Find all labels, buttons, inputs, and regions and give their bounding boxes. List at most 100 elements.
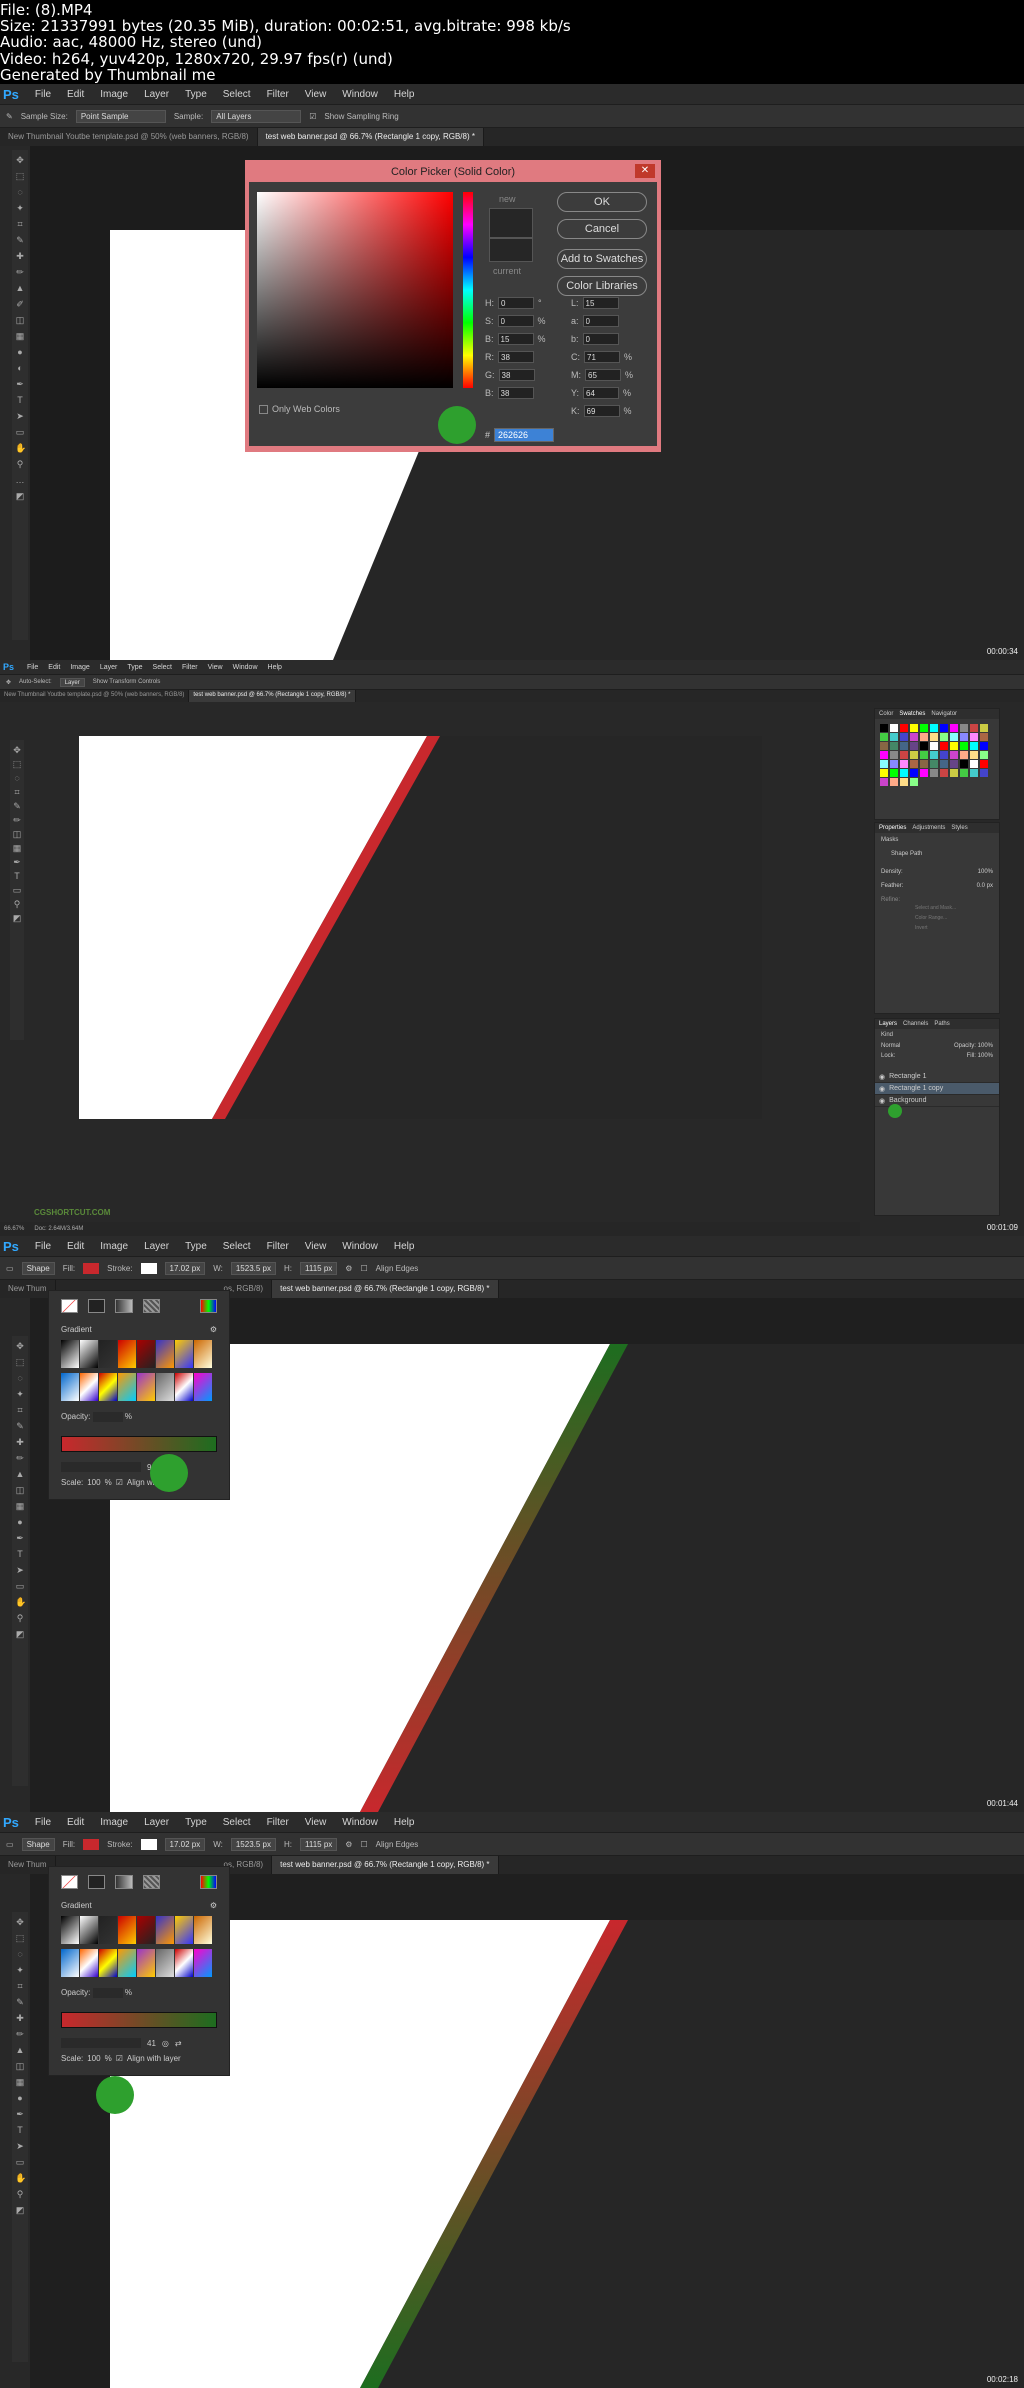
blur-tool-icon[interactable]: ● [15, 346, 25, 359]
field-input[interactable] [497, 387, 534, 399]
layer-select[interactable]: Layer [59, 677, 85, 687]
swatch[interactable] [890, 733, 898, 741]
solid-fill-icon[interactable] [88, 1875, 106, 1889]
gradient-preset[interactable] [194, 1340, 212, 1368]
gear-icon[interactable]: ⚙ [345, 1840, 352, 1849]
marquee-tool-icon[interactable]: ⬚ [15, 1356, 25, 1369]
gradient-preset[interactable] [80, 1949, 98, 1977]
field-input[interactable] [497, 315, 534, 327]
heal-tool-icon[interactable]: ✚ [15, 1436, 25, 1449]
kind-filter[interactable]: Kind [875, 1029, 999, 1041]
swatch[interactable] [940, 751, 948, 759]
wand-tool-icon[interactable]: ✦ [15, 1388, 25, 1401]
menu-type[interactable]: Type [185, 1241, 207, 1252]
menu-window[interactable]: Window [342, 1241, 378, 1252]
gradient-preset[interactable] [156, 1916, 174, 1944]
swatch[interactable] [910, 742, 918, 750]
menu-layer[interactable]: Layer [100, 664, 118, 671]
menu-edit[interactable]: Edit [67, 1241, 84, 1252]
tab-channels[interactable]: Channels [903, 1021, 928, 1027]
menu-edit[interactable]: Edit [48, 664, 60, 671]
sample-select[interactable]: All Layers [211, 109, 302, 123]
gradient-preset[interactable] [99, 1373, 117, 1401]
swatch[interactable] [900, 724, 908, 732]
gradient-preset[interactable] [137, 1373, 155, 1401]
path-select-icon[interactable]: ➤ [15, 1564, 25, 1577]
color-swatches-icon[interactable]: ◩ [15, 1628, 25, 1641]
swatch[interactable] [970, 724, 978, 732]
shape-tool-icon[interactable]: ▭ [15, 426, 25, 439]
swatch[interactable] [890, 751, 898, 759]
crop-tool-icon[interactable]: ⌗ [12, 786, 22, 799]
swatch[interactable] [890, 769, 898, 777]
menu-filter[interactable]: Filter [267, 1241, 289, 1252]
move-tool-icon[interactable]: ✥ [15, 1916, 25, 1929]
swatch[interactable] [970, 760, 978, 768]
swatch[interactable] [940, 769, 948, 777]
gradient-preset[interactable] [61, 1949, 79, 1977]
swatch[interactable] [950, 742, 958, 750]
gradient-preset[interactable] [99, 1949, 117, 1977]
menu-file[interactable]: File [35, 1241, 51, 1252]
field-input[interactable] [582, 315, 619, 327]
tab-test-web-banner[interactable]: test web banner.psd @ 66.7% (Rectangle 1… [257, 128, 484, 146]
menu-edit[interactable]: Edit [67, 89, 84, 100]
gradient-preset[interactable] [156, 1340, 174, 1368]
swatch[interactable] [970, 742, 978, 750]
menu-image[interactable]: Image [100, 89, 128, 100]
ok-button[interactable]: OK [557, 192, 647, 212]
lasso-tool-icon[interactable]: ◌ [15, 186, 25, 199]
menu-layer[interactable]: Layer [144, 1241, 169, 1252]
swatch[interactable] [900, 778, 908, 786]
gradient-preset[interactable] [99, 1340, 117, 1368]
solid-fill-icon[interactable] [88, 1299, 106, 1313]
swatch[interactable] [950, 769, 958, 777]
opacity-value[interactable]: 100% [978, 1043, 993, 1049]
stroke-swatch[interactable] [140, 1838, 157, 1850]
swatch[interactable] [910, 778, 918, 786]
swatch[interactable] [900, 742, 908, 750]
only-web-colors[interactable]: Only Web Colors [259, 404, 340, 414]
gradient-preset[interactable] [175, 1340, 193, 1368]
swatch[interactable] [920, 733, 928, 741]
swatch[interactable] [980, 769, 988, 777]
gradient-preset[interactable] [194, 1916, 212, 1944]
swatch[interactable] [980, 742, 988, 750]
field-input[interactable] [582, 297, 619, 309]
eyedropper-tool-icon[interactable]: ✎ [12, 800, 22, 813]
eyedropper-tool-icon[interactable]: ✎ [15, 1996, 25, 2009]
sample-size-select[interactable]: Point Sample [75, 109, 166, 123]
tab-paths[interactable]: Paths [934, 1021, 949, 1027]
type-tool-icon[interactable]: T [15, 1548, 25, 1561]
zoom-tool-icon[interactable]: ⚲ [15, 1612, 25, 1625]
marquee-tool-icon[interactable]: ⬚ [15, 170, 25, 183]
field-input[interactable] [582, 333, 619, 345]
menu-filter[interactable]: Filter [182, 664, 198, 671]
swatch[interactable] [890, 742, 898, 750]
shape-tool-icon[interactable]: ▭ [12, 884, 22, 897]
dodge-tool-icon[interactable]: ◐ [15, 362, 25, 375]
move-tool-icon[interactable]: ✥ [15, 1340, 25, 1353]
color-range-button[interactable]: Color Range... [915, 913, 999, 923]
align-layer-checkbox[interactable]: ☑ [116, 2054, 123, 2063]
swatch[interactable] [940, 760, 948, 768]
brush-tool-icon[interactable]: ✏ [12, 814, 22, 827]
stamp-tool-icon[interactable]: ▲ [15, 282, 25, 295]
tab-color[interactable]: Color [879, 711, 893, 717]
color-field[interactable] [257, 192, 453, 388]
shape-tool-icon[interactable]: ▭ [6, 1840, 14, 1849]
menu-file[interactable]: File [35, 1817, 51, 1828]
layer-row[interactable]: ◉ Rectangle 1 copy [875, 1083, 999, 1095]
menu-file[interactable]: File [35, 89, 51, 100]
zoom-level[interactable]: 66.67% [4, 1226, 24, 1232]
fill-value[interactable]: 100% [978, 1053, 993, 1059]
menu-file[interactable]: File [27, 664, 38, 671]
add-swatches-button[interactable]: Add to Swatches [557, 249, 647, 269]
history-brush-icon[interactable]: ✐ [15, 298, 25, 311]
only-web-checkbox[interactable] [259, 404, 268, 414]
marquee-tool-icon[interactable]: ⬚ [12, 758, 22, 771]
swatch[interactable] [940, 733, 948, 741]
menu-window[interactable]: Window [342, 89, 378, 100]
no-fill-icon[interactable] [61, 1875, 79, 1889]
eraser-tool-icon[interactable]: ◫ [15, 1484, 25, 1497]
